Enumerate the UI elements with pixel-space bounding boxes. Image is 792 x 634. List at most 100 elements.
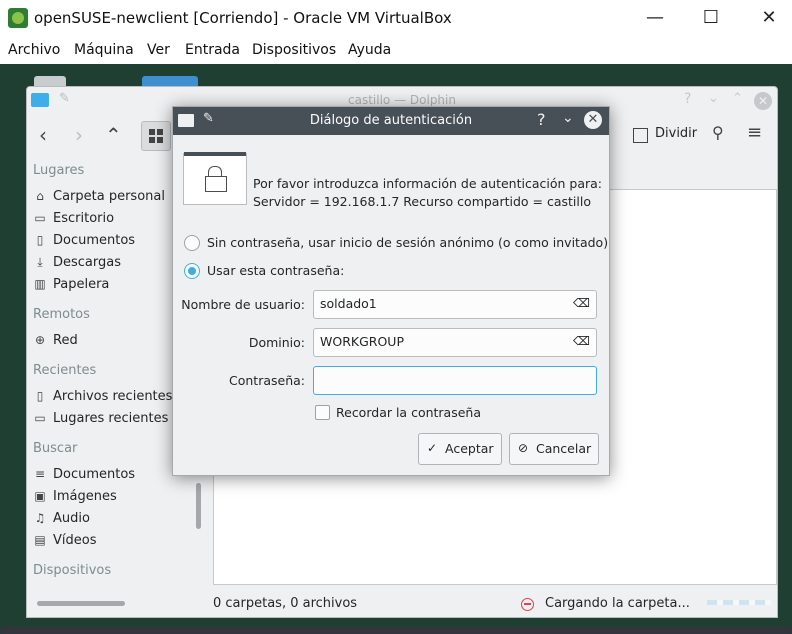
prompt-line-1: Por favor introduzca información de aute… bbox=[253, 176, 602, 191]
status-loading: Cargando la carpeta... bbox=[545, 596, 690, 611]
password-field[interactable] bbox=[313, 366, 597, 395]
virtualbox-titlebar: openSUSE-newclient [Corriendo] - Oracle … bbox=[0, 0, 792, 36]
loading-progress bbox=[707, 600, 771, 605]
text-icon: ≡ bbox=[34, 467, 46, 481]
remember-password-label[interactable]: Recordar la contraseña bbox=[336, 405, 481, 420]
menu-dispositivos[interactable]: Dispositivos bbox=[252, 42, 336, 58]
image-icon: ▣ bbox=[34, 489, 46, 503]
place-label: Documentos bbox=[53, 467, 136, 482]
dolphin-title: castillo — Dolphin bbox=[348, 93, 456, 107]
search-audio[interactable]: ♫ Audio bbox=[33, 511, 90, 526]
domain-value: WORKGROUP bbox=[320, 334, 404, 349]
clear-icon[interactable]: ⌫ bbox=[573, 334, 590, 348]
stop-icon[interactable] bbox=[521, 598, 534, 611]
search-documentos[interactable]: ≡ Documentos bbox=[33, 467, 135, 482]
username-field[interactable]: soldado1 ⌫ bbox=[313, 290, 597, 319]
window-title: openSUSE-newclient [Corriendo] - Oracle … bbox=[34, 9, 452, 27]
chevron-up-icon[interactable]: ⌃ bbox=[732, 91, 743, 106]
lock-icon bbox=[183, 152, 247, 205]
view-mode-icon[interactable] bbox=[141, 121, 171, 151]
anonymous-radio[interactable] bbox=[184, 235, 200, 251]
help-icon[interactable]: ? bbox=[537, 110, 546, 129]
check-icon: ✓ bbox=[427, 441, 438, 455]
download-icon: ⤓ bbox=[37, 255, 43, 269]
remember-password-checkbox[interactable] bbox=[315, 405, 330, 420]
place-archivos-recientes[interactable]: ▯ Archivos recientes bbox=[33, 389, 173, 404]
menu-maquina[interactable]: Máquina bbox=[74, 42, 134, 58]
home-icon: ⌂ bbox=[36, 189, 44, 203]
place-label: Red bbox=[53, 333, 78, 348]
split-button[interactable]: Dividir bbox=[655, 126, 697, 141]
back-icon[interactable]: ‹ bbox=[39, 123, 47, 147]
hamburger-menu-icon[interactable]: ≡ bbox=[747, 122, 762, 143]
place-label: Imágenes bbox=[53, 489, 117, 504]
place-label: Escritorio bbox=[53, 211, 115, 226]
use-password-radio[interactable] bbox=[184, 263, 200, 279]
places-scrollbar[interactable] bbox=[196, 483, 201, 529]
place-red[interactable]: ⊕ Red bbox=[33, 333, 78, 348]
places-heading-dispositivos: Dispositivos bbox=[33, 563, 112, 578]
places-heading-buscar: Buscar bbox=[33, 441, 78, 456]
auth-dialog: ✎ Diálogo de autenticación ? ⌄ ✕ Por fav… bbox=[172, 106, 610, 476]
menu-archivo[interactable]: Archivo bbox=[8, 42, 60, 58]
place-descargas[interactable]: ⤓ Descargas bbox=[33, 255, 121, 270]
dialog-titlebar: ✎ Diálogo de autenticación ? ⌄ ✕ bbox=[173, 107, 609, 135]
place-papelera[interactable]: ▥ Papelera bbox=[33, 277, 109, 292]
domain-field[interactable]: WORKGROUP ⌫ bbox=[313, 328, 597, 357]
guest-panel bbox=[0, 626, 792, 634]
places-heading-recientes: Recientes bbox=[33, 363, 97, 378]
cancel-button[interactable]: ⊘ Cancelar bbox=[509, 433, 599, 465]
search-imagenes[interactable]: ▣ Imágenes bbox=[33, 489, 117, 504]
place-documentos[interactable]: ▯ Documentos bbox=[33, 233, 135, 248]
forward-icon[interactable]: › bbox=[75, 123, 83, 147]
split-icon[interactable] bbox=[633, 128, 648, 143]
menu-ayuda[interactable]: Ayuda bbox=[348, 42, 391, 58]
menu-ver[interactable]: Ver bbox=[147, 42, 170, 58]
place-label: Archivos recientes bbox=[53, 389, 173, 404]
menu-entrada[interactable]: Entrada bbox=[185, 42, 240, 58]
place-lugares-recientes[interactable]: ▭ Lugares recientes bbox=[33, 411, 168, 426]
recent-places-icon: ▭ bbox=[34, 411, 46, 425]
search-icon[interactable]: ⚲ bbox=[712, 123, 724, 142]
accept-button[interactable]: ✓ Aceptar bbox=[418, 433, 502, 465]
dialog-close-icon[interactable]: ✕ bbox=[584, 111, 602, 129]
places-horizontal-scrollbar[interactable] bbox=[37, 601, 125, 606]
music-icon: ♫ bbox=[34, 511, 46, 525]
place-carpeta-personal[interactable]: ⌂ Carpeta personal bbox=[33, 189, 165, 204]
cancel-icon: ⊘ bbox=[518, 441, 529, 455]
dolphin-close-icon[interactable]: ✕ bbox=[754, 92, 772, 110]
virtualbox-logo-icon bbox=[8, 8, 28, 28]
close-button[interactable]: ✕ bbox=[755, 4, 783, 32]
video-icon: ▤ bbox=[34, 533, 46, 547]
username-label: Nombre de usuario: bbox=[181, 297, 305, 312]
accept-button-label: Aceptar bbox=[445, 441, 494, 456]
place-label: Papelera bbox=[53, 277, 110, 292]
auth-prompt: Por favor introduzca información de aute… bbox=[253, 175, 602, 211]
up-icon[interactable]: ⌃ bbox=[105, 123, 122, 147]
cancel-button-label: Cancelar bbox=[536, 441, 592, 456]
minimize-button[interactable]: — bbox=[641, 4, 669, 32]
domain-label: Dominio: bbox=[248, 335, 305, 350]
help-icon[interactable]: ? bbox=[684, 91, 691, 107]
place-escritorio[interactable]: ▭ Escritorio bbox=[33, 211, 114, 226]
place-label: Documentos bbox=[53, 233, 136, 248]
status-bar: 0 carpetas, 0 archivos Cargando la carpe… bbox=[27, 589, 777, 617]
place-label: Lugares recientes bbox=[53, 411, 169, 426]
places-heading-lugares: Lugares bbox=[33, 163, 85, 178]
username-value: soldado1 bbox=[320, 296, 377, 311]
place-label: Carpeta personal bbox=[53, 189, 165, 204]
virtualbox-menubar: Archivo Máquina Ver Entrada Dispositivos… bbox=[0, 36, 792, 65]
use-password-radio-label[interactable]: Usar esta contraseña: bbox=[207, 263, 344, 278]
recent-files-icon: ▯ bbox=[36, 389, 44, 403]
maximize-button[interactable]: ☐ bbox=[697, 4, 725, 32]
password-label: Contraseña: bbox=[229, 373, 305, 388]
place-label: Vídeos bbox=[53, 533, 97, 548]
chevron-down-icon[interactable]: ⌄ bbox=[562, 110, 574, 126]
search-videos[interactable]: ▤ Vídeos bbox=[33, 533, 96, 548]
places-heading-remotos: Remotos bbox=[33, 307, 90, 322]
chevron-down-icon[interactable]: ⌄ bbox=[708, 91, 719, 106]
places-panel: Lugares ⌂ Carpeta personal ▭ Escritorio ▯ D… bbox=[27, 159, 195, 599]
clear-icon[interactable]: ⌫ bbox=[573, 296, 590, 310]
anonymous-radio-label[interactable]: Sin contraseña, usar inicio de sesión an… bbox=[207, 235, 608, 250]
prompt-line-2: Servidor = 192.168.1.7 Recurso compartid… bbox=[253, 194, 591, 209]
